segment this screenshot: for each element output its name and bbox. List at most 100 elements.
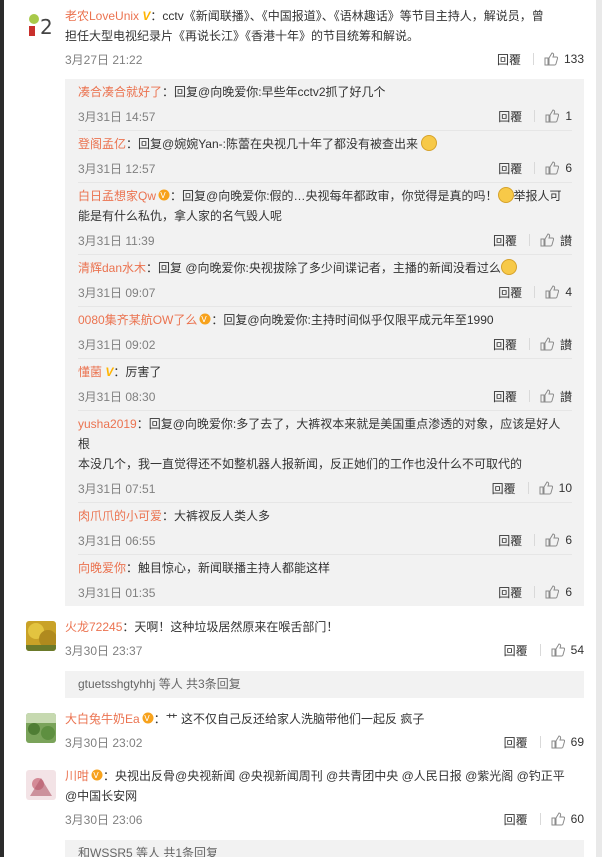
reply-item: 登阁孟亿：回复@婉婉Yan-:陈蕾在央视几十年了都没有被查出来 3月31日 12… (78, 134, 572, 179)
thumb-up-icon[interactable] (539, 481, 553, 495)
comment-time: 3月30日 23:37 (65, 643, 143, 658)
vip-badge-icon: V (158, 189, 170, 201)
divider (528, 234, 530, 246)
thumb-up-icon[interactable] (545, 585, 560, 599)
like-count: 6 (565, 585, 572, 599)
reply-button[interactable]: 回覆 (498, 160, 522, 177)
thumb-up-icon[interactable] (551, 735, 565, 749)
reply-button[interactable]: 回覆 (493, 388, 517, 405)
svg-text:V: V (202, 315, 208, 324)
divider (534, 534, 536, 546)
like-count: 1 (565, 109, 572, 123)
like-count: 10 (558, 481, 572, 495)
like-count: 54 (570, 643, 584, 657)
comment-username[interactable]: 火龙72245 (65, 620, 122, 634)
avatar[interactable] (26, 770, 56, 800)
thumb-up-icon[interactable] (540, 337, 554, 351)
thumb-up-icon[interactable] (545, 109, 560, 123)
thumb-up-icon[interactable] (545, 533, 560, 547)
reply-username[interactable]: 肉爪爪的小可爱 (78, 509, 162, 523)
reply-item: 白日孟想家Qw V ：回复@向晚爱你:假的…央视每年都政审，你觉得是真的吗！ 举报人可… (78, 186, 572, 251)
reply-username[interactable]: 向晚爱你 (78, 561, 126, 575)
divider (528, 390, 530, 402)
thumb-up-icon[interactable] (540, 233, 554, 247)
divider (78, 130, 572, 131)
divider (539, 736, 541, 748)
reply-button[interactable]: 回覆 (498, 284, 522, 301)
reply-username[interactable]: 白日孟想家Qw (78, 189, 156, 203)
thumb-up-icon[interactable] (545, 161, 560, 175)
more-replies-link[interactable]: 和WSSR5 等人 共1条回复 (65, 840, 584, 857)
comment-time: 3月30日 23:02 (65, 735, 143, 750)
thumb-up-icon[interactable] (545, 285, 560, 299)
svg-text:V: V (93, 771, 99, 780)
divider (534, 110, 536, 122)
reply-username[interactable]: 0080集齐某航OW了么 (78, 313, 197, 327)
comment-text-line2: @中国长安网 (65, 789, 138, 803)
divider (78, 182, 572, 183)
divider (539, 813, 541, 825)
reply-text: ：回复@向晚爱你:多了去了，大裤衩本来就是美国重点渗透的对象，应该是好人根 (78, 417, 561, 451)
reply-username[interactable]: 登阁孟亿 (78, 137, 126, 151)
reply-item: 0080集齐某航OW了么 V ：回复@向晚爱你:主持时间似乎仅限平成元年至1990 … (78, 310, 572, 355)
comment-time: 3月27日 21:22 (65, 52, 143, 67)
reply-button[interactable]: 回覆 (493, 336, 517, 353)
reply-text: ：回复@向晚爱你:主持时间似乎仅限平成元年至1990 (211, 313, 494, 327)
divider (78, 254, 572, 255)
avatar[interactable]: 2 (26, 10, 56, 40)
reply-button[interactable]: 回覆 (498, 532, 522, 549)
comment-username[interactable]: 老农LoveUnix (65, 9, 139, 23)
reply-username[interactable]: 清辉dan水木 (78, 261, 146, 275)
reply-button[interactable]: 回覆 (504, 811, 528, 828)
thumb-up-icon[interactable] (540, 389, 554, 403)
reply-time: 3月31日 08:30 (78, 389, 156, 404)
like-label: 讃 (559, 337, 572, 352)
like-count: 4 (565, 285, 572, 299)
reply-username[interactable]: 懂菌 (78, 365, 102, 379)
reply-text: ：回复@婉婉Yan-:陈蕾在央视几十年了都没有被查出来 (126, 137, 418, 151)
reply-username[interactable]: yusha2019 (78, 417, 137, 431)
comment-text-line2: 担任大型电视纪录片《再说长江》《香港十年》的节目统筹和解说。 (65, 29, 420, 43)
comment-text: ：cctv《新闻联播》、《中国报道》、《语林趣话》等节目主持人，解说员，曾 (150, 9, 544, 23)
reply-username[interactable]: 凑合凑合就好了 (78, 85, 162, 99)
thumb-up-icon[interactable] (544, 52, 558, 66)
more-replies-link[interactable]: gtuetsshgtyhhj 等人 共3条回复 (65, 671, 584, 698)
like-count: 133 (563, 52, 584, 66)
divider (78, 358, 572, 359)
divider (534, 162, 536, 174)
reply-item: 清辉dan水木：回复 @向晚爱你:央视拔除了多少间谍记者，主播的新闻没看过么 3… (78, 258, 572, 303)
reply-text: ：大裤衩反人类人多 (162, 509, 271, 523)
reply-button[interactable]: 回覆 (493, 232, 517, 249)
comment-username[interactable]: 大白兔牛奶Ea (65, 712, 140, 726)
thumb-up-icon[interactable] (551, 812, 565, 826)
reply-text-line2: 本没几个，我一直觉得还不如整机器人报新闻，反正她们的工作也没什么不可取代的 (78, 457, 523, 471)
reply-button[interactable]: 回覆 (497, 51, 521, 68)
vip-badge-icon: V (91, 769, 103, 781)
reply-button[interactable]: 回覆 (498, 584, 522, 601)
emoji-icon (497, 187, 514, 203)
reply-button[interactable]: 回覆 (504, 642, 528, 659)
like-count: 69 (570, 735, 584, 749)
svg-text:V: V (160, 191, 166, 200)
reply-text: ：回复@向晚爱你:早些年cctv2抓了好几个 (162, 85, 386, 99)
reply-item: 凑合凑合就好了：回复@向晚爱你:早些年cctv2抓了好几个 3月31日 14:5… (78, 82, 572, 127)
avatar[interactable] (26, 621, 56, 651)
reply-button[interactable]: 回覆 (504, 734, 528, 751)
reply-button[interactable]: 回覆 (492, 480, 516, 497)
reply-time: 3月31日 07:51 (78, 481, 156, 496)
comment-time: 3月30日 23:06 (65, 812, 143, 827)
avatar[interactable] (26, 713, 56, 743)
divider (78, 306, 572, 307)
reply-time: 3月31日 06:55 (78, 533, 156, 548)
divider (539, 644, 541, 656)
thumb-up-icon[interactable] (551, 643, 565, 657)
reply-text: ：回复 @向晚爱你:央视拔除了多少间谍记者，主播的新闻没看过么 (146, 261, 501, 275)
emoji-icon (421, 135, 438, 151)
comment-text: ：央视出反骨@央视新闻 @央视新闻周刊 @共青团中央 @人民日报 @紫光阁 @钓… (103, 769, 565, 783)
vip-badge-icon: V (199, 313, 211, 325)
comment-username[interactable]: 川咁 (65, 769, 89, 783)
comment-item: 川咁 V ：央视出反骨@央视新闻 @央视新闻周刊 @共青团中央 @人民日报 @紫光阁… (4, 753, 596, 857)
scrollbar-track[interactable] (596, 0, 602, 857)
reply-button[interactable]: 回覆 (498, 108, 522, 125)
svg-text:2: 2 (40, 15, 53, 39)
